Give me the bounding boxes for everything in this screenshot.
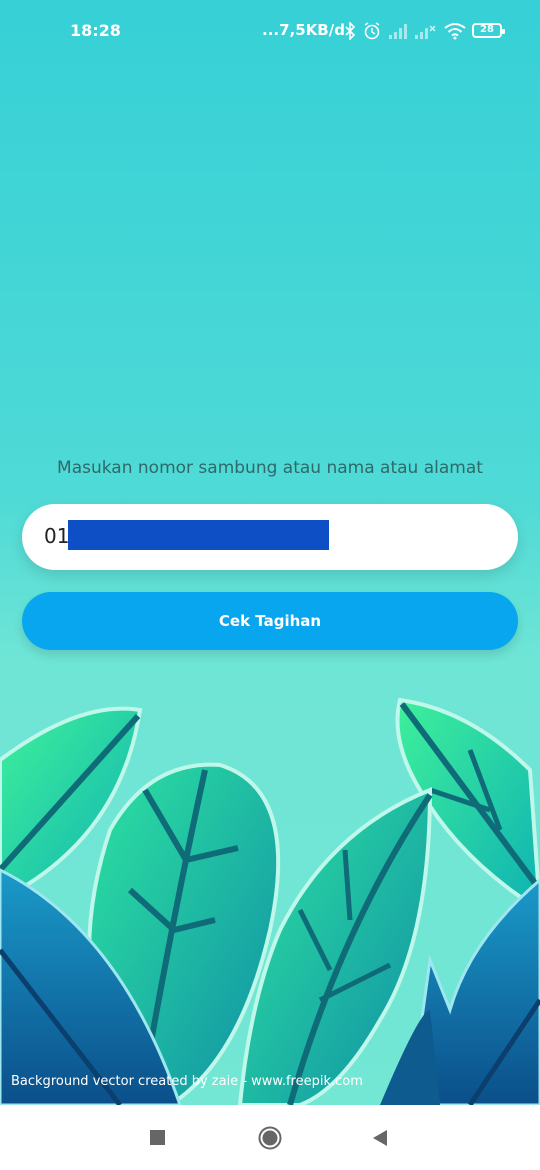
status-time: 18:28 [70, 21, 121, 40]
search-input-value: 01 [44, 524, 70, 548]
signal-icon [415, 25, 436, 39]
battery-level: 28 [480, 24, 494, 35]
redaction-box [68, 520, 329, 550]
background-credit: Background vector created by zaie - www.… [11, 1074, 363, 1089]
home-icon[interactable] [258, 1126, 282, 1150]
battery-icon: 28 [472, 23, 505, 38]
alarm-icon [364, 22, 380, 40]
leaves-illustration [0, 697, 540, 1105]
screen: 18:28 ...7,5KB/d 28 Masukan nomor sambun… [0, 0, 540, 1105]
wifi-icon [444, 23, 466, 40]
search-input[interactable]: 01 [22, 504, 518, 570]
input-prompt: Masukan nomor sambung atau nama atau ala… [57, 458, 483, 478]
recents-icon[interactable] [150, 1130, 165, 1145]
back-icon[interactable] [370, 1128, 390, 1148]
cek-tagihan-button[interactable]: Cek Tagihan [22, 592, 518, 650]
signal-icon [389, 24, 407, 39]
network-speed: ...7,5KB/d [262, 21, 345, 39]
bluetooth-icon [345, 22, 356, 40]
status-bar: 18:28 ...7,5KB/d 28 [0, 0, 540, 62]
